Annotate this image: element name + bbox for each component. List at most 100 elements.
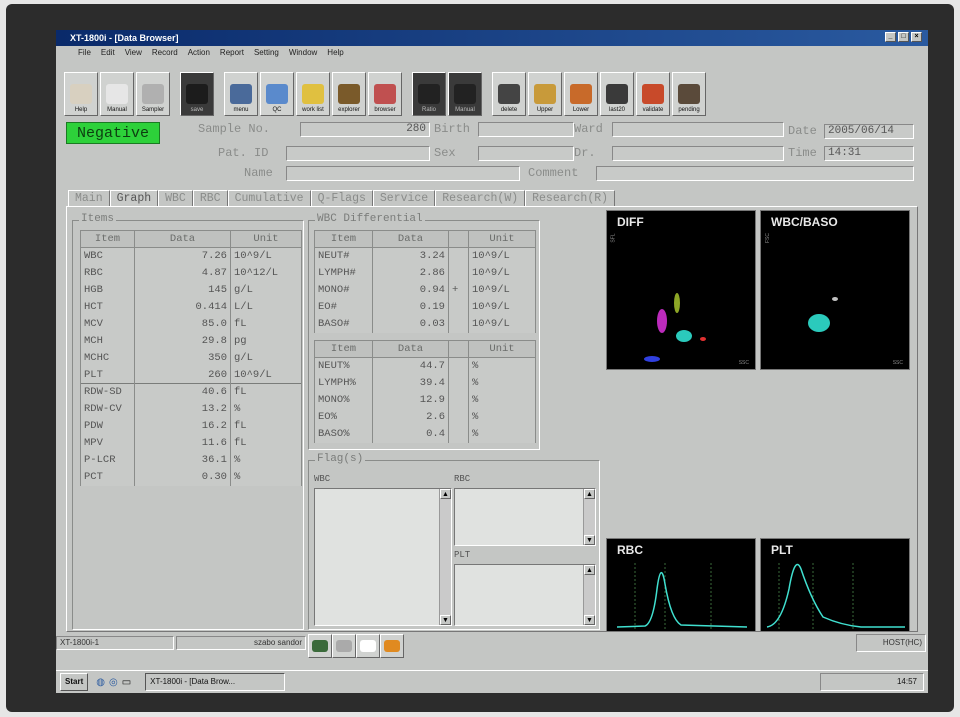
table-cell: g/L	[230, 349, 302, 367]
table-cell: NEUT#	[314, 247, 373, 265]
toolbar-button-browser[interactable]: browser	[368, 72, 402, 116]
table-cell: %	[230, 400, 302, 418]
table-row: PDW 16.2 fL	[80, 417, 302, 435]
toolbar-button-explorer[interactable]: explorer	[332, 72, 366, 116]
tab-research-w[interactable]: Research(W)	[435, 190, 526, 206]
table-cell: %	[230, 451, 302, 469]
tab-rbc[interactable]: RBC	[192, 190, 228, 206]
table-cell: LYMPH#	[314, 264, 373, 282]
table-row: RDW-SD 40.6 fL	[80, 383, 302, 401]
toolbar-button-qc[interactable]: QC	[260, 72, 294, 116]
tab-wbc[interactable]: WBC	[158, 190, 193, 206]
status-monitor-button[interactable]	[308, 634, 332, 658]
status-cd-button[interactable]	[356, 634, 380, 658]
toolbar-button-save[interactable]: save	[180, 72, 214, 116]
menu-window[interactable]: Window	[289, 46, 317, 60]
menu-file[interactable]: File	[78, 46, 91, 60]
date-field[interactable]: 2005/06/14	[824, 124, 914, 139]
table-cell: +	[448, 281, 469, 299]
table-cell: RDW-SD	[80, 383, 135, 401]
toolbar-button-validate[interactable]: validate	[636, 72, 670, 116]
comment-field[interactable]	[596, 166, 914, 181]
toolbar-button-ratio[interactable]: Ratio	[412, 72, 446, 116]
table-row: BASO# 0.03 10^9/L	[314, 315, 536, 333]
rbc-hist-curve	[616, 572, 748, 628]
toolbar-button-pending[interactable]: pending	[672, 72, 706, 116]
taskbar-window-item[interactable]: XT-1800i - [Data Brow...	[145, 673, 286, 691]
table-cell: HCT	[80, 298, 135, 316]
table-cell: LYMPH%	[314, 374, 373, 392]
ward-field[interactable]	[612, 122, 784, 137]
manual-icon	[106, 84, 128, 104]
table-cell: fL	[230, 315, 302, 333]
ratio-icon	[418, 84, 440, 104]
menu-record[interactable]: Record	[152, 46, 178, 60]
toolbar-button-upper[interactable]: Upper	[528, 72, 562, 116]
toolbar-label: work list	[302, 107, 324, 113]
minimize-button[interactable]: _	[885, 32, 896, 42]
window-title: XT-1800i - [Data Browser]	[70, 33, 179, 43]
table-cell: MCHC	[80, 349, 135, 367]
menu-action[interactable]: Action	[188, 46, 210, 60]
toolbar-button-delete[interactable]: delete	[492, 72, 526, 116]
flags-wbc-box[interactable]: ▲ ▼	[314, 488, 452, 626]
toolbar-button-manual[interactable]: Manual	[100, 72, 134, 116]
table-cell: %	[468, 357, 536, 375]
toolbar-button-last20[interactable]: last20	[600, 72, 634, 116]
flags-wbc-label: WBC	[314, 474, 331, 484]
toolbar-label: Manual	[455, 107, 475, 113]
work-list-icon	[302, 84, 324, 104]
toolbar-button-menu[interactable]: menu	[224, 72, 258, 116]
toolbar-label: pending	[678, 107, 700, 113]
tab-graph[interactable]: Graph	[109, 190, 159, 206]
start-button[interactable]: Start	[60, 673, 89, 691]
flags-rbc-box[interactable]: ▲ ▼	[454, 488, 596, 546]
status-xbarm-button[interactable]	[380, 634, 404, 658]
table-row: MCHC 350 g/L	[80, 349, 302, 367]
menu-setting[interactable]: Setting	[254, 46, 279, 60]
help-icon	[70, 84, 92, 104]
dr-label: Dr.	[574, 146, 596, 160]
browser-quick-icon[interactable]: ◎	[109, 677, 118, 688]
screen: XT-1800i - [Data Browser] _ □ × File Edit…	[56, 30, 928, 693]
maximize-button[interactable]: □	[898, 32, 909, 42]
dr-field[interactable]	[612, 146, 784, 161]
toolbar-label: browser	[374, 107, 396, 113]
table-cell: fL	[230, 383, 302, 401]
toolbar-button-sampler[interactable]: Sampler	[136, 72, 170, 116]
ie-icon[interactable]: ◍	[96, 677, 105, 688]
tab-service[interactable]: Service	[372, 190, 436, 206]
toolbar-button-work-list[interactable]: work list	[296, 72, 330, 116]
sample-no-field[interactable]: 280	[300, 122, 430, 137]
date-label: Date	[788, 124, 817, 138]
tab-research-r[interactable]: Research(R)	[525, 190, 616, 206]
status-tools-button[interactable]	[332, 634, 356, 658]
menu-help[interactable]: Help	[327, 46, 343, 60]
tab-cumulative[interactable]: Cumulative	[227, 190, 311, 206]
tab-q-flags[interactable]: Q-Flags	[310, 190, 373, 206]
table-cell	[448, 298, 469, 316]
toolbar-button-help[interactable]: Help	[64, 72, 98, 116]
table-cell: 16.2	[134, 417, 231, 435]
menu-view[interactable]: View	[125, 46, 142, 60]
time-field[interactable]: 14:31	[824, 146, 914, 161]
table-cell	[448, 391, 469, 409]
birth-field[interactable]	[478, 122, 574, 137]
desktop-icon[interactable]: ▭	[122, 677, 131, 688]
toolbar-label: Sampler	[141, 107, 165, 113]
table-cell: RDW-CV	[80, 400, 135, 418]
toolbar-button-lower[interactable]: Lower	[564, 72, 598, 116]
flags-plt-box[interactable]: ▲ ▼	[454, 564, 596, 626]
name-field[interactable]	[286, 166, 520, 181]
close-button[interactable]: ×	[911, 32, 922, 42]
menu-report[interactable]: Report	[220, 46, 244, 60]
eo-cluster-mark	[674, 293, 680, 313]
diff-scatter-svg	[644, 293, 706, 362]
pat-id-field[interactable]	[286, 146, 430, 161]
table-cell: 29.8	[134, 332, 231, 350]
table-cell	[448, 315, 469, 333]
tab-main[interactable]: Main	[68, 190, 110, 206]
toolbar-button-manual[interactable]: Manual	[448, 72, 482, 116]
sex-field[interactable]	[478, 146, 574, 161]
menu-edit[interactable]: Edit	[101, 46, 115, 60]
